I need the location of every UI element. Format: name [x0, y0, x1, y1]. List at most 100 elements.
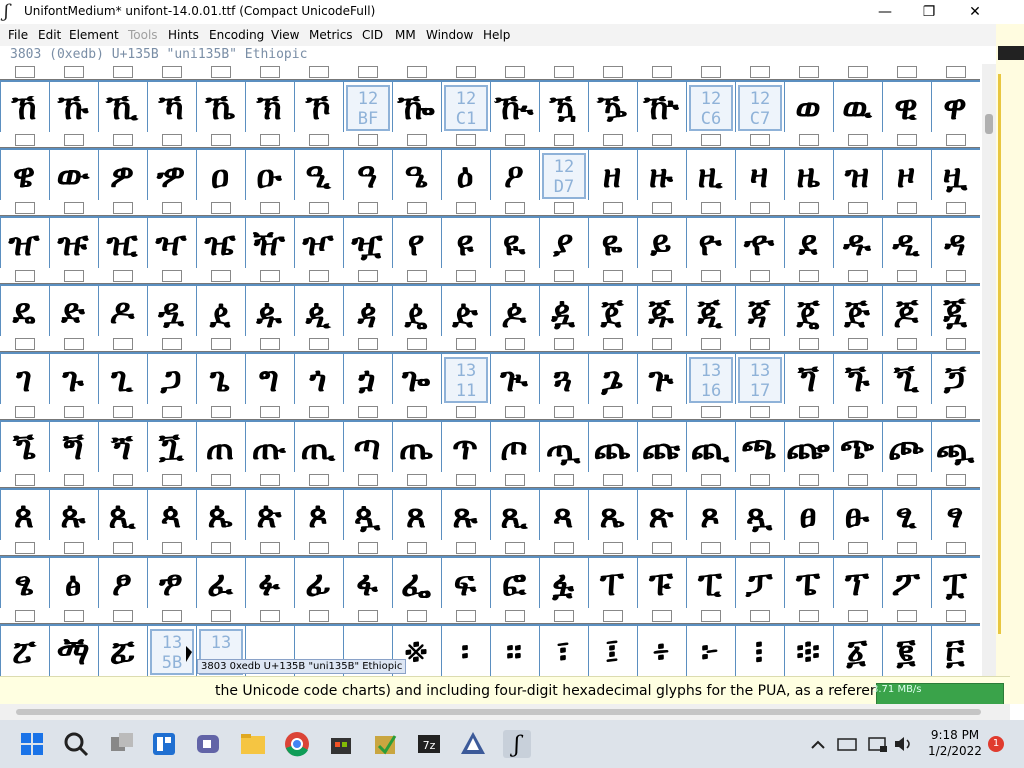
glyph-cell[interactable]: ያ — [539, 217, 587, 271]
glyph-cell[interactable]: ዅ — [637, 81, 685, 135]
glyph-cell[interactable]: ዓ — [343, 149, 391, 203]
glyph-cell[interactable]: ጄ — [784, 285, 832, 339]
glyph-cell[interactable]: ው — [49, 149, 97, 203]
glyph-cell[interactable]: ፗ — [931, 557, 979, 611]
glyph-cell[interactable]: ዩ — [441, 217, 489, 271]
glyph-cell[interactable]: ፂ — [882, 489, 930, 543]
glyph-cell[interactable]: ዟ — [931, 149, 979, 203]
glyph-cell[interactable]: ዌ — [0, 149, 48, 203]
glyph-cell[interactable]: ፌ — [392, 557, 440, 611]
glyph-cell[interactable]: ጫ — [735, 421, 783, 475]
glyph-cell[interactable]: ጲ — [98, 489, 146, 543]
glyph-cell[interactable]: ዬ — [588, 217, 636, 271]
glyph-cell[interactable]: ዧ — [343, 217, 391, 271]
glyph-cell[interactable]: ጪ — [686, 421, 734, 475]
glyph-cell[interactable]: ፤ — [588, 625, 636, 676]
glyph-cell[interactable]: ጉ — [49, 353, 97, 407]
glyph-cell[interactable]: ይ — [637, 217, 685, 271]
maximize-button[interactable]: ❐ — [906, 0, 952, 24]
glyph-cell[interactable]: ጶ — [294, 489, 342, 543]
glyph-cell[interactable]: ጔ — [588, 353, 636, 407]
glyph-cell[interactable]: ዲ — [882, 217, 930, 271]
fontforge-taskbar-icon[interactable]: ʃ — [501, 728, 533, 760]
glyph-cell[interactable]: ዤ — [196, 217, 244, 271]
menu-edit[interactable]: Edit — [38, 28, 61, 42]
horizontal-scroll-thumb[interactable] — [16, 709, 981, 715]
glyph-cell[interactable]: ኼ — [196, 81, 244, 135]
glyph-cell[interactable]: ዕ — [441, 149, 489, 203]
glyph-cell[interactable]: ፓ — [735, 557, 783, 611]
glyph-cell[interactable]: ፏ — [539, 557, 587, 611]
glyph-cell[interactable]: ዮ — [686, 217, 734, 271]
empty-glyph-slot[interactable]: 13 16 — [689, 357, 733, 403]
glyph-cell[interactable]: ፋ — [343, 557, 391, 611]
menu-view[interactable]: View — [271, 28, 299, 42]
glyph-cell[interactable]: ግ — [245, 353, 293, 407]
glyph-cell[interactable]: ፍ — [441, 557, 489, 611]
glyph-cell[interactable]: ፐ — [588, 557, 636, 611]
chevron-up-icon[interactable] — [808, 728, 828, 760]
glyph-cell[interactable]: ዡ — [49, 217, 97, 271]
glyph-cell[interactable]: ጅ — [833, 285, 881, 339]
glyph-cell[interactable]: ዿ — [539, 285, 587, 339]
glyph-cell[interactable]: ዯ — [735, 217, 783, 271]
glyph-cell[interactable]: ዃ — [539, 81, 587, 135]
glyph-cell[interactable]: ዦ — [294, 217, 342, 271]
glyph-cell[interactable]: ዶ — [98, 285, 146, 339]
glyph-cell[interactable]: ጤ — [392, 421, 440, 475]
glyph-cell[interactable]: ጨ — [588, 421, 636, 475]
glyph-cell[interactable]: ጴ — [196, 489, 244, 543]
glyph-cell[interactable]: ኸ — [0, 81, 48, 135]
glyph-cell[interactable]: ፇ — [147, 557, 195, 611]
glyph-cell[interactable]: ዏ — [147, 149, 195, 203]
glyph-cell[interactable]: ዜ — [784, 149, 832, 203]
glyph-cell[interactable]: ጾ — [686, 489, 734, 543]
glyph-cell[interactable]: ጋ — [147, 353, 195, 407]
glyph-cell[interactable]: ዛ — [735, 149, 783, 203]
glyph-cell[interactable]: ጽ — [637, 489, 685, 543]
glyph-cell[interactable]: ጯ — [931, 421, 979, 475]
glyph-cell[interactable]: ገ — [0, 353, 48, 407]
glyph-cell[interactable]: ጏ — [343, 353, 391, 407]
glyph-cell[interactable]: የ — [392, 217, 440, 271]
glyph-cell[interactable]: ጥ — [441, 421, 489, 475]
minimize-button[interactable]: — — [862, 0, 908, 24]
glyph-cell[interactable]: ዥ — [245, 217, 293, 271]
glyph-cell[interactable]: ኽ — [245, 81, 293, 135]
empty-glyph-slot[interactable]: 13 17 — [738, 357, 782, 403]
glyph-cell[interactable]: ደ — [784, 217, 832, 271]
glyph-cell[interactable]: ፀ — [784, 489, 832, 543]
glyph-cell[interactable]: ጻ — [539, 489, 587, 543]
glyph-cell[interactable]: ዒ — [294, 149, 342, 203]
glyph-cell[interactable]: ፫ — [931, 625, 979, 676]
glyph-cell[interactable]: ፉ — [245, 557, 293, 611]
notification-badge[interactable]: 1 — [988, 736, 1004, 752]
menu-window[interactable]: Window — [426, 28, 473, 42]
glyph-cell[interactable]: ጒ — [490, 353, 538, 407]
glyph-cell[interactable]: ዊ — [882, 81, 930, 135]
glyph-cell[interactable]: ጜ — [0, 421, 48, 475]
glyph-cell[interactable]: ዷ — [147, 285, 195, 339]
glyph-cell[interactable]: ፩ — [833, 625, 881, 676]
file-explorer-icon[interactable] — [237, 728, 269, 760]
menu-encoding[interactable]: Encoding — [209, 28, 264, 42]
glyph-cell[interactable]: ዣ — [147, 217, 195, 271]
glyph-cell[interactable]: ዼ — [392, 285, 440, 339]
glyph-cell[interactable]: ፆ — [98, 557, 146, 611]
glyph-cell[interactable]: ጓ — [539, 353, 587, 407]
glyph-cell[interactable]: ጕ — [637, 353, 685, 407]
vertical-scrollbar[interactable] — [982, 64, 996, 676]
glyph-cell[interactable]: ጊ — [98, 353, 146, 407]
glyph-cell[interactable]: ዎ — [98, 149, 146, 203]
glyph-cell[interactable]: ጀ — [588, 285, 636, 339]
store-icon[interactable] — [325, 728, 357, 760]
glyph-cell[interactable]: ጠ — [196, 421, 244, 475]
glyph-cell[interactable]: ዀ — [392, 81, 440, 135]
keyboard-icon[interactable] — [836, 728, 858, 760]
glyph-cell[interactable]: ጺ — [490, 489, 538, 543]
glyph-cell[interactable]: ፨ — [784, 625, 832, 676]
menu-element[interactable]: Element — [69, 28, 119, 42]
empty-glyph-slot[interactable]: 12 C7 — [738, 85, 782, 131]
glyph-cell[interactable]: ጆ — [882, 285, 930, 339]
glyph-cell[interactable]: ጟ — [147, 421, 195, 475]
